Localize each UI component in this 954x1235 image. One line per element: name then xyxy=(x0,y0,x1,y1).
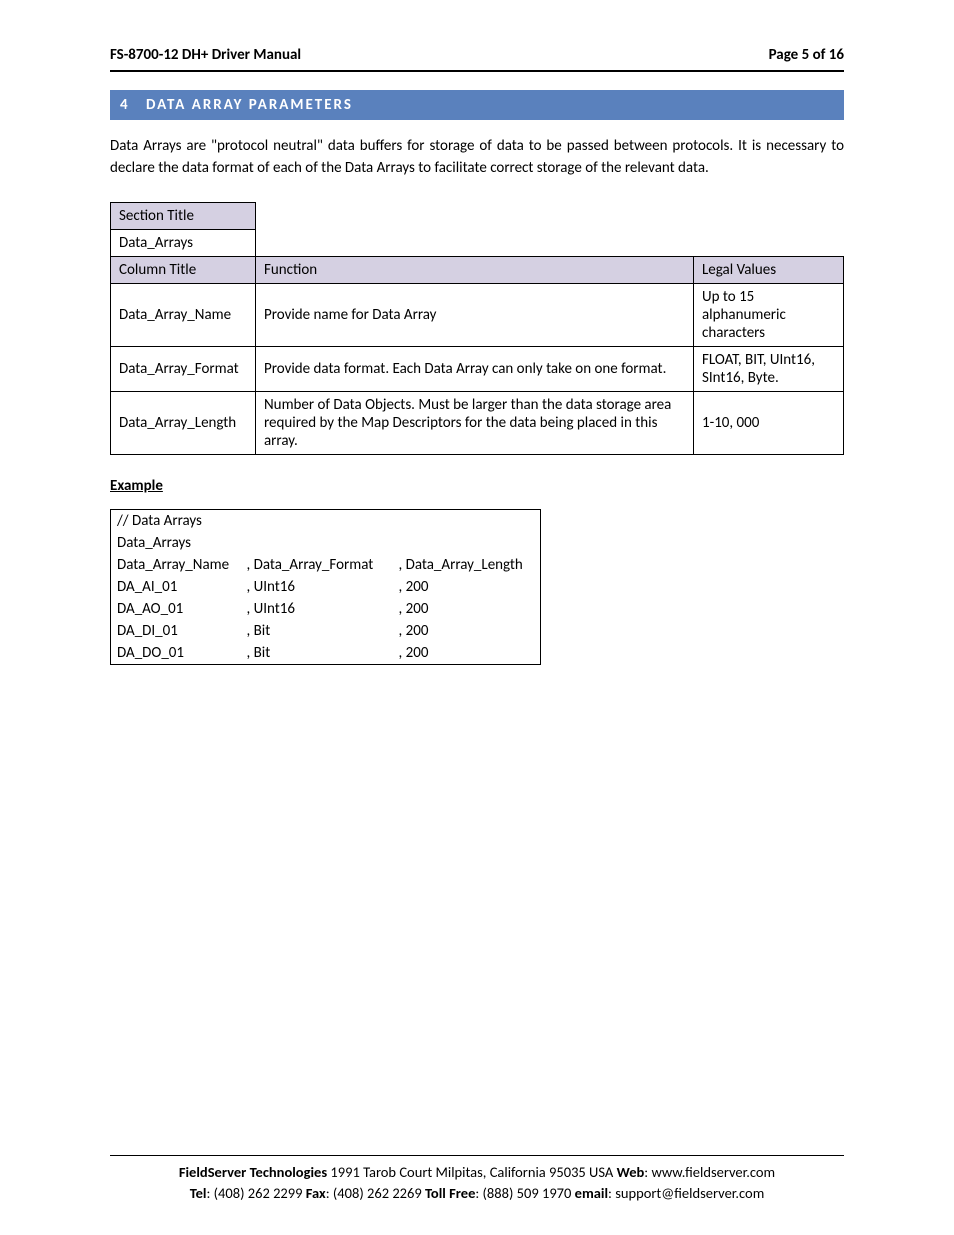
page: FS-8700-12 DH+ Driver Manual Page 5 of 1… xyxy=(0,0,954,1235)
section-title-value: Data_Arrays xyxy=(111,229,256,256)
param-function: Number of Data Objects. Must be larger t… xyxy=(256,391,694,454)
empty-cell xyxy=(694,202,844,229)
parameters-table: Section Title Data_Arrays Column Title F… xyxy=(110,202,844,455)
example-cell xyxy=(241,532,393,554)
example-cell: // Data Arrays xyxy=(111,509,241,532)
footer-email-label: email xyxy=(575,1184,608,1202)
footer-web-label: Web xyxy=(617,1163,645,1181)
example-cell: , 200 xyxy=(393,598,541,620)
page-header: FS-8700-12 DH+ Driver Manual Page 5 of 1… xyxy=(110,46,844,72)
table-row: Data_Array_Name , Data_Array_Format , Da… xyxy=(111,554,541,576)
example-cell xyxy=(393,532,541,554)
intro-paragraph: Data Arrays are "protocol neutral" data … xyxy=(110,136,844,180)
table-row: Data_Array_Name Provide name for Data Ar… xyxy=(111,283,844,346)
page-footer: FieldServer Technologies 1991 Tarob Cour… xyxy=(110,1155,844,1203)
footer-tollfree: : (888) 509 1970 xyxy=(475,1184,574,1202)
footer-rule xyxy=(110,1155,844,1156)
table-row: Data_Arrays xyxy=(111,532,541,554)
column-title-label: Column Title xyxy=(111,256,256,283)
section-title: DATA ARRAY PARAMETERS xyxy=(146,96,353,114)
table-row: DA_AI_01 , UInt16 , 200 xyxy=(111,576,541,598)
param-legal: 1-10, 000 xyxy=(694,391,844,454)
footer-address: 1991 Tarob Court Milpitas, California 95… xyxy=(327,1163,616,1181)
example-cell: , UInt16 xyxy=(241,576,393,598)
param-function: Provide name for Data Array xyxy=(256,283,694,346)
example-cell: , Bit xyxy=(241,642,393,665)
example-label: Example xyxy=(110,477,844,495)
param-legal: FLOAT, BIT, UInt16, SInt16, Byte. xyxy=(694,346,844,391)
param-name: Data_Array_Format xyxy=(111,346,256,391)
footer-tollfree-label: Toll Free xyxy=(425,1184,475,1202)
example-cell: , Data_Array_Format xyxy=(241,554,393,576)
table-row: DA_DO_01 , Bit , 200 xyxy=(111,642,541,665)
example-cell: DA_DO_01 xyxy=(111,642,241,665)
example-cell: , UInt16 xyxy=(241,598,393,620)
function-header: Function xyxy=(256,256,694,283)
example-cell: , 200 xyxy=(393,642,541,665)
table-row: DA_AO_01 , UInt16 , 200 xyxy=(111,598,541,620)
example-table: // Data Arrays Data_Arrays Data_Array_Na… xyxy=(110,509,541,665)
section-number: 4 xyxy=(120,96,140,114)
section-title-label: Section Title xyxy=(111,202,256,229)
footer-email: : support@fieldserver.com xyxy=(608,1184,764,1202)
example-cell: DA_DI_01 xyxy=(111,620,241,642)
example-cell: Data_Arrays xyxy=(111,532,241,554)
example-cell: , Bit xyxy=(241,620,393,642)
empty-cell xyxy=(256,229,694,256)
footer-fax-label: Fax xyxy=(306,1184,326,1202)
footer-fax: : (408) 262 2269 xyxy=(326,1184,425,1202)
legal-header: Legal Values xyxy=(694,256,844,283)
empty-cell xyxy=(256,202,694,229)
example-cell: , Data_Array_Length xyxy=(393,554,541,576)
footer-company: FieldServer Technologies xyxy=(179,1163,327,1181)
empty-cell xyxy=(694,229,844,256)
doc-title: FS-8700-12 DH+ Driver Manual xyxy=(110,46,301,64)
table-row: Data_Array_Length Number of Data Objects… xyxy=(111,391,844,454)
footer-line-2: Tel: (408) 262 2299 Fax: (408) 262 2269 … xyxy=(110,1183,844,1203)
example-cell xyxy=(241,509,393,532)
param-name: Data_Array_Name xyxy=(111,283,256,346)
section-heading: 4 DATA ARRAY PARAMETERS xyxy=(110,90,844,120)
param-name: Data_Array_Length xyxy=(111,391,256,454)
example-cell: , 200 xyxy=(393,576,541,598)
example-cell xyxy=(393,509,541,532)
example-cell: DA_AI_01 xyxy=(111,576,241,598)
table-row: // Data Arrays xyxy=(111,509,541,532)
footer-line-1: FieldServer Technologies 1991 Tarob Cour… xyxy=(110,1162,844,1182)
example-cell: DA_AO_01 xyxy=(111,598,241,620)
table-row: Data_Array_Format Provide data format. E… xyxy=(111,346,844,391)
example-cell: Data_Array_Name xyxy=(111,554,241,576)
page-number: Page 5 of 16 xyxy=(769,46,844,64)
param-function: Provide data format. Each Data Array can… xyxy=(256,346,694,391)
example-cell: , 200 xyxy=(393,620,541,642)
footer-web: : www.fieldserver.com xyxy=(644,1163,775,1181)
table-row: DA_DI_01 , Bit , 200 xyxy=(111,620,541,642)
param-legal: Up to 15 alphanumeric characters xyxy=(694,283,844,346)
footer-tel: : (408) 262 2299 xyxy=(206,1184,305,1202)
footer-tel-label: Tel xyxy=(190,1184,207,1202)
